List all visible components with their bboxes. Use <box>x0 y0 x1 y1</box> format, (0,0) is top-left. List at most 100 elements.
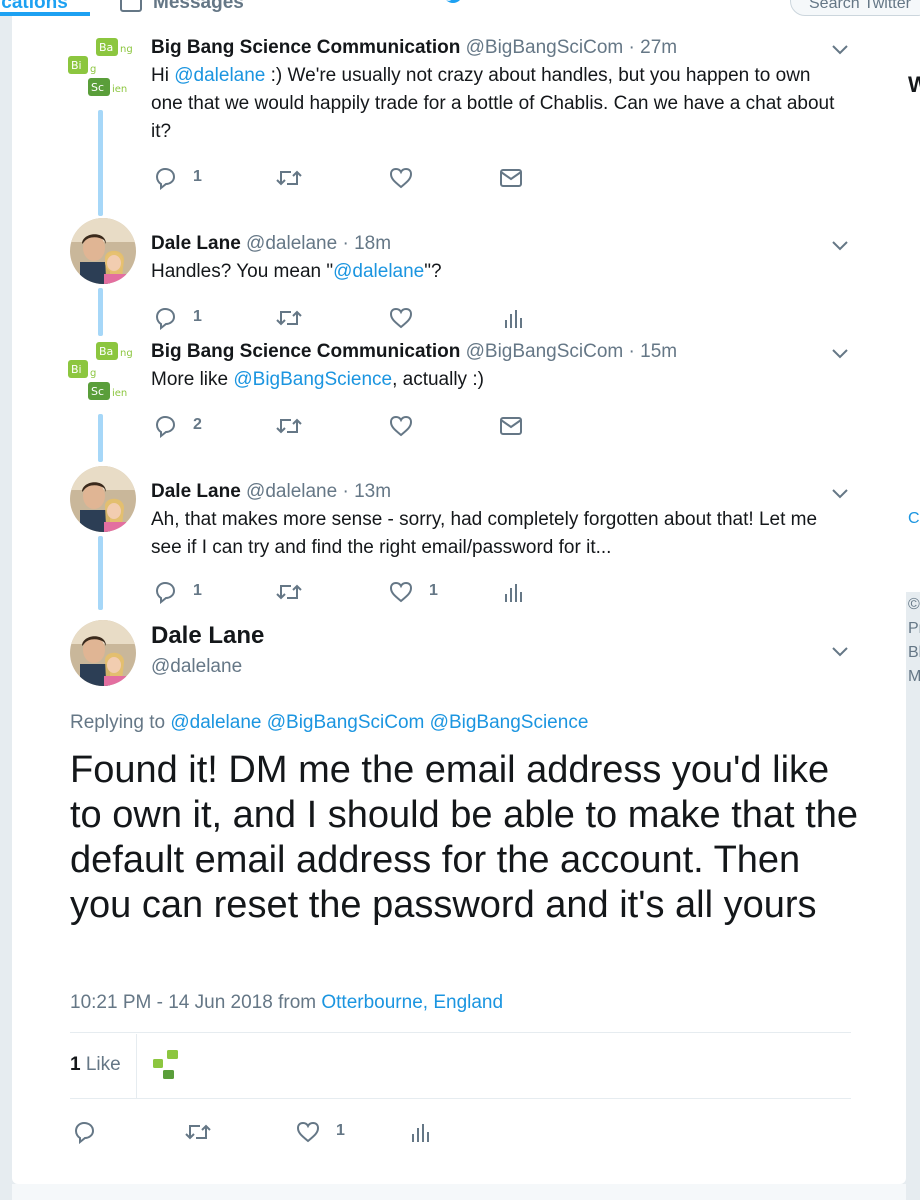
big-bang-logo-avatar[interactable]: Ba ng Bi g Sc ien <box>66 338 138 410</box>
main-author-handle[interactable]: @dalelane <box>151 656 242 678</box>
reply-icon <box>155 415 176 438</box>
separator: · <box>628 37 635 58</box>
direct-message-button[interactable] <box>499 164 529 192</box>
like-count: 1 <box>336 1122 345 1139</box>
tweet-header: Dale Lane @dalelane · 18m <box>151 232 391 256</box>
avatar[interactable] <box>70 466 136 532</box>
retweet-button[interactable] <box>275 164 305 192</box>
svg-text:Bi: Bi <box>71 59 82 72</box>
liker-avatar[interactable] <box>152 1048 188 1084</box>
heart-icon <box>389 581 413 603</box>
chevron-down-icon[interactable] <box>832 488 848 500</box>
location-link[interactable]: Otterbourne, England <box>321 992 503 1013</box>
svg-text:g: g <box>90 368 96 379</box>
dale-lane-photo <box>70 466 136 532</box>
conversation-tweet[interactable]: Ba ng Bi g Sc ien Big Bang Science Commu… <box>12 16 906 196</box>
svg-text:Bi: Bi <box>71 363 82 376</box>
svg-text:Sc: Sc <box>91 81 104 94</box>
reply-button[interactable]: 1 <box>153 578 213 606</box>
author-handle[interactable]: @BigBangSciCom <box>466 341 624 362</box>
author-name[interactable]: Big Bang Science Communication <box>151 37 460 58</box>
tweet-time[interactable]: 27m <box>640 37 677 58</box>
tweet-actions: 1 1 <box>151 578 751 606</box>
chevron-down-icon[interactable] <box>832 646 848 658</box>
analytics-icon <box>412 1124 429 1142</box>
reply-icon <box>74 1121 95 1144</box>
tweet-text: Ah, that makes more sense - sorry, had c… <box>151 509 818 558</box>
separator: · <box>342 481 349 502</box>
conversation-tweet[interactable]: Ba ng Bi g Sc ien Big Bang Science Commu… <box>12 326 906 450</box>
messages-icon[interactable] <box>120 0 142 12</box>
like-button[interactable] <box>389 412 419 440</box>
svg-text:Sc: Sc <box>91 385 104 398</box>
chevron-down-icon[interactable] <box>832 240 848 252</box>
like-button[interactable] <box>389 164 419 192</box>
tweet-header: Big Bang Science Communication @BigBangS… <box>151 36 677 60</box>
author-handle[interactable]: @dalelane <box>246 481 337 502</box>
like-button[interactable]: 1 <box>389 578 449 606</box>
side-text: M <box>908 668 920 685</box>
author-name[interactable]: Dale Lane <box>151 481 241 502</box>
tweet-timestamp[interactable]: 10:21 PM - 14 Jun 2018 <box>70 992 273 1013</box>
chevron-down-icon[interactable] <box>832 348 848 360</box>
mention-link[interactable]: @dalelane <box>333 261 424 282</box>
retweet-icon <box>185 1124 211 1140</box>
top-navigation: ications Messages Search Twitter <box>0 0 920 17</box>
main-tweet-text: Found it! DM me the email address you'd … <box>70 749 858 926</box>
reply-count: 1 <box>193 582 202 599</box>
tweet-actions: 2 <box>151 412 751 440</box>
divider <box>70 1098 851 1099</box>
heart-icon <box>296 1121 320 1143</box>
tweet-time[interactable]: 18m <box>354 233 391 254</box>
retweet-button[interactable] <box>275 578 305 606</box>
divider <box>136 1034 137 1098</box>
mention-link[interactable]: @BigBangScience <box>233 369 392 390</box>
envelope-icon <box>500 169 522 187</box>
tweet-time[interactable]: 13m <box>354 481 391 502</box>
background-sidebar: W C © Pr Bl M <box>906 16 920 1200</box>
author-name[interactable]: Dale Lane <box>151 233 241 254</box>
reply-icon <box>155 581 176 604</box>
likes-stat[interactable]: 1 Like <box>70 1054 121 1076</box>
author-handle[interactable]: @dalelane <box>246 233 337 254</box>
replying-handles[interactable]: @dalelane @BigBangSciCom @BigBangScience <box>170 712 588 733</box>
reply-button[interactable] <box>72 1118 102 1146</box>
likes-count: 1 <box>70 1054 81 1075</box>
tweet-header: Dale Lane @dalelane · 13m <box>151 480 391 504</box>
chevron-down-icon[interactable] <box>832 44 848 56</box>
retweet-button[interactable] <box>184 1118 214 1146</box>
analytics-button[interactable] <box>501 578 525 606</box>
direct-message-button[interactable] <box>499 412 529 440</box>
avatar[interactable] <box>70 218 136 284</box>
svg-text:ien: ien <box>112 388 127 399</box>
nav-messages-tab[interactable]: Messages <box>153 0 244 14</box>
reply-count: 1 <box>193 308 202 325</box>
separator: · <box>628 341 635 362</box>
search-input[interactable]: Search Twitter <box>790 0 920 16</box>
main-tweet-actions: 1 <box>70 1118 570 1146</box>
like-button[interactable]: 1 <box>296 1118 356 1146</box>
author-name[interactable]: Big Bang Science Communication <box>151 341 460 362</box>
svg-text:ng: ng <box>120 348 133 359</box>
dale-lane-photo <box>70 620 136 686</box>
mention-link[interactable]: @dalelane <box>174 65 265 86</box>
envelope-icon <box>500 417 522 435</box>
main-author-name[interactable]: Dale Lane <box>151 622 264 650</box>
modal-bottom-area <box>12 1184 906 1200</box>
avatar[interactable] <box>70 620 136 686</box>
reply-button[interactable]: 2 <box>153 412 213 440</box>
tweet-time[interactable]: 15m <box>640 341 677 362</box>
retweet-button[interactable] <box>275 412 305 440</box>
reply-button[interactable]: 1 <box>153 164 213 192</box>
heart-icon <box>389 167 413 189</box>
heart-icon <box>389 415 413 437</box>
retweet-icon <box>276 170 302 186</box>
twitter-bird-icon[interactable] <box>444 0 468 10</box>
svg-text:ng: ng <box>120 44 133 55</box>
author-handle[interactable]: @BigBangSciCom <box>466 37 624 58</box>
big-bang-logo-avatar[interactable]: Ba ng Bi g Sc ien <box>66 34 138 106</box>
replying-prefix: Replying to <box>70 712 166 733</box>
conversation-tweet[interactable]: Dale Lane @dalelane · 18m Handles? You m… <box>12 202 906 330</box>
conversation-tweet[interactable]: Dale Lane @dalelane · 13m Ah, that makes… <box>12 450 906 604</box>
analytics-button[interactable] <box>408 1118 432 1146</box>
